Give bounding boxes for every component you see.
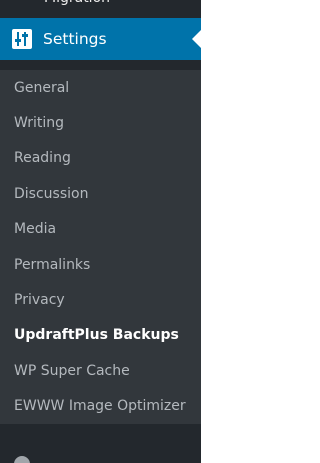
submenu-item-writing[interactable]: Writing <box>0 105 201 140</box>
submenu-item-label: Reading <box>14 150 71 167</box>
submenu-item-media[interactable]: Media <box>0 212 201 247</box>
submenu-item-label: Permalinks <box>14 256 91 273</box>
submenu-item-privacy[interactable]: Privacy <box>0 282 201 317</box>
submenu-item-label: UpdraftPlus Backups <box>14 327 179 344</box>
submenu-item-discussion[interactable]: Discussion <box>0 176 201 211</box>
admin-sidebar: Migration Settings General Writing Readi… <box>0 0 201 463</box>
submenu-item-label: General <box>14 79 70 96</box>
submenu-item-permalinks[interactable]: Permalinks <box>0 247 201 282</box>
submenu-item-ewww-image-optimizer[interactable]: EWWW Image Optimizer <box>0 389 201 424</box>
menu-item-settings-label: Settings <box>43 30 107 48</box>
submenu-item-general[interactable]: General <box>0 70 201 105</box>
submenu-item-label: EWWW Image Optimizer <box>14 397 186 414</box>
submenu-item-label: Writing <box>14 115 64 132</box>
settings-submenu: General Writing Reading Discussion Media… <box>0 70 201 424</box>
submenu-item-label: Media <box>14 221 57 238</box>
menu-item-migration-label: Migration <box>44 0 110 8</box>
menu-circle-icon <box>14 456 30 463</box>
active-menu-indicator <box>192 30 201 48</box>
submenu-item-label: Discussion <box>14 185 89 202</box>
submenu-item-wp-super-cache[interactable]: WP Super Cache <box>0 353 201 388</box>
menu-item-next[interactable] <box>0 452 201 463</box>
menu-item-migration[interactable]: Migration <box>0 0 201 8</box>
submenu-item-label: Privacy <box>14 292 65 309</box>
submenu-item-label: WP Super Cache <box>14 362 130 379</box>
settings-sliders-icon <box>12 29 32 49</box>
menu-item-settings[interactable]: Settings <box>0 18 201 60</box>
submenu-item-updraftplus-backups[interactable]: UpdraftPlus Backups <box>0 318 201 353</box>
submenu-item-reading[interactable]: Reading <box>0 141 201 176</box>
